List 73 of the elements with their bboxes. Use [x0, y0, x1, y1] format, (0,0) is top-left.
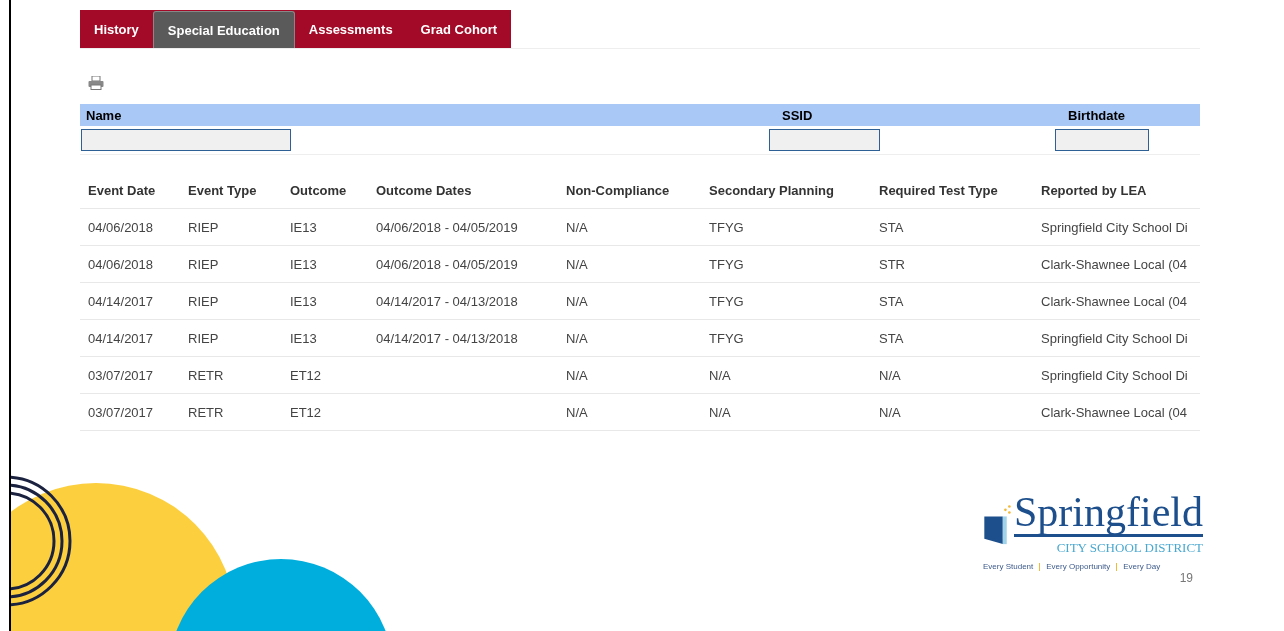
table-cell: 04/14/2017 [88, 293, 154, 309]
column-header[interactable]: Outcome Dates [376, 182, 566, 198]
tab[interactable]: History [80, 10, 153, 48]
tab[interactable]: Special Education [152, 11, 295, 48]
tagline-text: Every Student [983, 562, 1034, 571]
input-field[interactable] [769, 129, 880, 151]
table-cell: 04/06/2018 - 04/05/2019 [376, 256, 518, 272]
table-cell: STA [879, 330, 904, 346]
filter-label: SSID [782, 107, 813, 123]
tab[interactable]: Assessments [294, 10, 407, 48]
page-number: 19 [1178, 571, 1193, 585]
table-cell: STA [879, 293, 904, 309]
print-icon[interactable] [88, 76, 104, 90]
table-cell: TFYG [709, 293, 744, 309]
table-cell: RIEP [188, 219, 219, 235]
table-cell: RIEP [188, 293, 219, 309]
table-cell: Springfield City School Di [1041, 367, 1188, 383]
logo-subtitle: CITY SCHOOL DISTRICT [1055, 540, 1203, 556]
column-header[interactable]: Secondary Planning [709, 182, 879, 198]
table-cell: N/A [709, 367, 731, 383]
table-cell: ET12 [290, 367, 322, 383]
table-cell: IE13 [290, 330, 317, 346]
separator-line [1039, 562, 1041, 571]
table-cell: IE13 [290, 293, 317, 309]
table-cell: 04/06/2018 - 04/05/2019 [376, 219, 518, 235]
table-cell: 04/14/2017 [88, 330, 154, 346]
table-cell: Clark-Shawnee Local (04 [1041, 404, 1187, 420]
table-cell: IE13 [290, 219, 317, 235]
table-cell: 04/06/2018 [88, 256, 154, 272]
table-cell: RETR [188, 367, 224, 383]
table-cell: RIEP [188, 330, 219, 346]
table-cell: N/A [566, 330, 588, 346]
column-header[interactable]: Reported by LEA [1041, 182, 1208, 198]
column-header[interactable]: Event Date [88, 182, 188, 198]
table-cell: N/A [566, 219, 588, 235]
table-cell: TFYG [709, 330, 744, 346]
input-field[interactable] [81, 129, 291, 151]
tagline-text: Every Day [1123, 562, 1161, 571]
filter-label: Birthdate [1068, 107, 1126, 123]
table-cell: 03/07/2017 [88, 404, 154, 420]
table-cell: ET12 [290, 404, 322, 420]
table-cell: RIEP [188, 256, 219, 272]
table-cell: 04/06/2018 [88, 219, 154, 235]
logo-wordmark: Springfield [1014, 490, 1203, 537]
table-cell: N/A [879, 367, 901, 383]
table-cell: N/A [566, 367, 588, 383]
column-header[interactable]: Event Type [188, 182, 290, 198]
input-field[interactable] [1055, 129, 1149, 151]
table-cell: STR [879, 256, 905, 272]
table-cell: N/A [566, 293, 588, 309]
table-cell: N/A [566, 256, 588, 272]
table-cell: 04/14/2017 - 04/13/2018 [376, 330, 518, 346]
table-cell: 03/07/2017 [88, 367, 154, 383]
table-cell: Springfield City School Di [1041, 219, 1188, 235]
table-cell: Clark-Shawnee Local (04 [1041, 293, 1187, 309]
table-cell: TFYG [709, 219, 744, 235]
table-cell: RETR [188, 404, 224, 420]
column-header[interactable]: Non-Compliance [566, 182, 709, 198]
table-cell: Springfield City School Di [1041, 330, 1188, 346]
table-cell: STA [879, 219, 904, 235]
table-cell: IE13 [290, 256, 317, 272]
table-cell: N/A [879, 404, 901, 420]
table-cell: TFYG [709, 256, 744, 272]
table-cell: N/A [709, 404, 731, 420]
tab[interactable]: Grad Cohort [406, 10, 512, 48]
table-cell: Clark-Shawnee Local (04 [1041, 256, 1187, 272]
column-header[interactable]: Required Test Type [879, 182, 1041, 198]
tagline-text: Every Opportunity [1046, 562, 1111, 571]
table-cell: N/A [566, 404, 588, 420]
column-header[interactable]: Outcome [290, 182, 376, 198]
filter-label: Name [86, 107, 122, 123]
separator-line [1116, 562, 1118, 571]
table-cell: 04/14/2017 - 04/13/2018 [376, 293, 518, 309]
